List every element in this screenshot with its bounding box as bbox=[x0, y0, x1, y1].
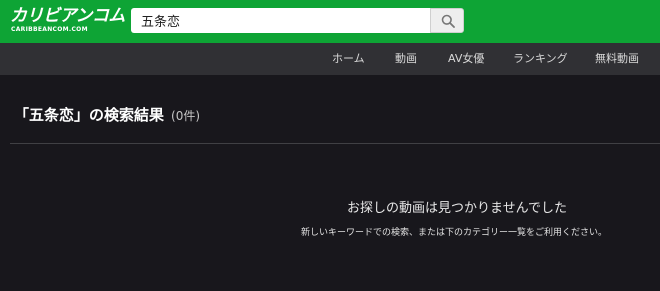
logo-text: カリビアンコム bbox=[10, 6, 125, 26]
empty-state-title: お探しの動画は見つかりませんでした bbox=[347, 201, 567, 216]
search-input[interactable] bbox=[131, 8, 431, 33]
nav-item-home[interactable]: ホーム bbox=[332, 43, 365, 75]
nav-item-videos[interactable]: 動画 bbox=[395, 43, 417, 75]
page-title: 「五条恋」の検索結果 bbox=[14, 106, 165, 124]
results-heading: 「五条恋」の検索結果 (0件) bbox=[14, 104, 200, 128]
divider bbox=[10, 143, 660, 144]
site-logo[interactable]: カリビアンコム CARIBBEANCOM.COM bbox=[10, 6, 125, 36]
search-box bbox=[131, 8, 464, 33]
nav-item-ranking[interactable]: ランキング bbox=[513, 43, 568, 75]
search-icon bbox=[441, 14, 455, 28]
main-nav: ホーム 動画 AV女優 ランキング 無料動画 bbox=[0, 43, 660, 75]
nav-item-free-videos[interactable]: 無料動画 bbox=[595, 43, 639, 75]
nav-item-av-actresses[interactable]: AV女優 bbox=[448, 43, 484, 75]
result-count: (0件) bbox=[171, 109, 201, 123]
empty-state-description: 新しいキーワードでの検索、または下のカテゴリー一覧をご利用ください。 bbox=[301, 228, 608, 238]
search-button[interactable] bbox=[430, 8, 464, 33]
site-header: カリビアンコム CARIBBEANCOM.COM bbox=[0, 0, 660, 43]
logo-subtext: CARIBBEANCOM.COM bbox=[11, 26, 88, 33]
